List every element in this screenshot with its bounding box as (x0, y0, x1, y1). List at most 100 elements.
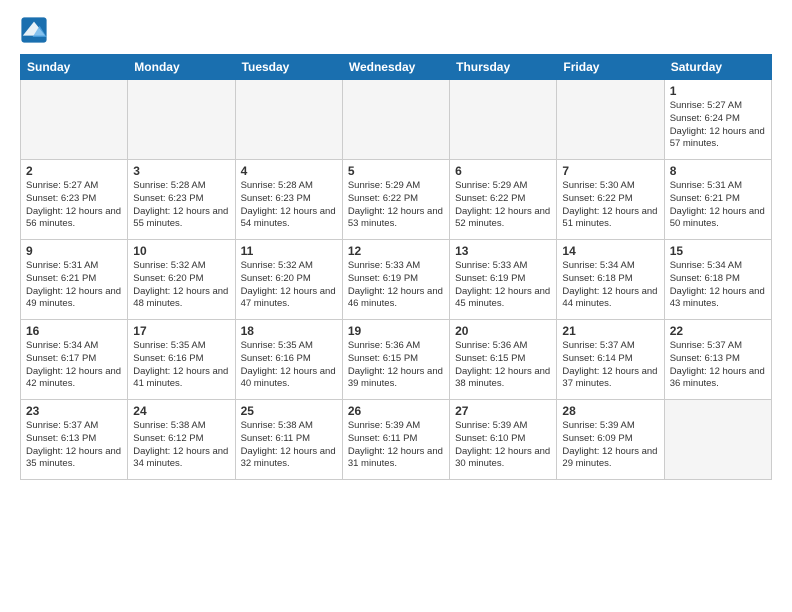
day-cell: 14 Sunrise: 5:34 AMSunset: 6:18 PMDayligh… (557, 240, 664, 320)
col-header-friday: Friday (557, 55, 664, 80)
day-info: Sunrise: 5:32 AMSunset: 6:20 PMDaylight:… (241, 260, 337, 311)
day-info: Sunrise: 5:30 AMSunset: 6:22 PMDaylight:… (562, 180, 658, 231)
day-info: Sunrise: 5:36 AMSunset: 6:15 PMDaylight:… (455, 340, 551, 391)
day-cell: 18 Sunrise: 5:35 AMSunset: 6:16 PMDayligh… (235, 320, 342, 400)
day-info: Sunrise: 5:31 AMSunset: 6:21 PMDaylight:… (670, 180, 766, 231)
day-cell: 2 Sunrise: 5:27 AMSunset: 6:23 PMDaylight… (21, 160, 128, 240)
day-number: 9 (26, 244, 122, 258)
day-info: Sunrise: 5:33 AMSunset: 6:19 PMDaylight:… (455, 260, 551, 311)
calendar-header-row: SundayMondayTuesdayWednesdayThursdayFrid… (21, 55, 772, 80)
day-number: 21 (562, 324, 658, 338)
day-number: 19 (348, 324, 444, 338)
day-cell: 21 Sunrise: 5:37 AMSunset: 6:14 PMDayligh… (557, 320, 664, 400)
day-cell: 20 Sunrise: 5:36 AMSunset: 6:15 PMDayligh… (450, 320, 557, 400)
day-number: 7 (562, 164, 658, 178)
day-number: 5 (348, 164, 444, 178)
day-info: Sunrise: 5:37 AMSunset: 6:13 PMDaylight:… (26, 420, 122, 471)
day-info: Sunrise: 5:39 AMSunset: 6:11 PMDaylight:… (348, 420, 444, 471)
day-info: Sunrise: 5:37 AMSunset: 6:14 PMDaylight:… (562, 340, 658, 391)
day-number: 11 (241, 244, 337, 258)
day-cell: 4 Sunrise: 5:28 AMSunset: 6:23 PMDaylight… (235, 160, 342, 240)
day-number: 25 (241, 404, 337, 418)
day-number: 23 (26, 404, 122, 418)
day-cell: 28Sunrise: 5:39 AMSunset: 6:09 PMDayligh… (557, 400, 664, 480)
day-number: 6 (455, 164, 551, 178)
day-cell: 12 Sunrise: 5:33 AMSunset: 6:19 PMDayligh… (342, 240, 449, 320)
day-cell (235, 80, 342, 160)
day-cell: 13 Sunrise: 5:33 AMSunset: 6:19 PMDayligh… (450, 240, 557, 320)
day-info: Sunrise: 5:34 AMSunset: 6:18 PMDaylight:… (670, 260, 766, 311)
day-info: Sunrise: 5:39 AMSunset: 6:09 PMDaylight:… (562, 420, 658, 471)
day-cell: 9Sunrise: 5:31 AMSunset: 6:21 PMDaylight… (21, 240, 128, 320)
day-cell: 26Sunrise: 5:39 AMSunset: 6:11 PMDayligh… (342, 400, 449, 480)
day-number: 4 (241, 164, 337, 178)
day-number: 14 (562, 244, 658, 258)
day-cell (21, 80, 128, 160)
header (20, 16, 772, 44)
day-number: 2 (26, 164, 122, 178)
day-info: Sunrise: 5:34 AMSunset: 6:17 PMDaylight:… (26, 340, 122, 391)
day-cell: 5 Sunrise: 5:29 AMSunset: 6:22 PMDaylight… (342, 160, 449, 240)
day-cell (128, 80, 235, 160)
day-number: 17 (133, 324, 229, 338)
day-cell: 3 Sunrise: 5:28 AMSunset: 6:23 PMDaylight… (128, 160, 235, 240)
day-info: Sunrise: 5:29 AMSunset: 6:22 PMDaylight:… (455, 180, 551, 231)
day-number: 24 (133, 404, 229, 418)
col-header-saturday: Saturday (664, 55, 771, 80)
day-cell: 10 Sunrise: 5:32 AMSunset: 6:20 PMDayligh… (128, 240, 235, 320)
day-info: Sunrise: 5:27 AMSunset: 6:24 PMDaylight:… (670, 100, 766, 151)
day-cell: 8 Sunrise: 5:31 AMSunset: 6:21 PMDaylight… (664, 160, 771, 240)
col-header-tuesday: Tuesday (235, 55, 342, 80)
day-cell: 19Sunrise: 5:36 AMSunset: 6:15 PMDayligh… (342, 320, 449, 400)
day-info: Sunrise: 5:34 AMSunset: 6:18 PMDaylight:… (562, 260, 658, 311)
day-number: 1 (670, 84, 766, 98)
day-info: Sunrise: 5:28 AMSunset: 6:23 PMDaylight:… (133, 180, 229, 231)
day-number: 8 (670, 164, 766, 178)
day-number: 12 (348, 244, 444, 258)
day-info: Sunrise: 5:37 AMSunset: 6:13 PMDaylight:… (670, 340, 766, 391)
day-cell: 16 Sunrise: 5:34 AMSunset: 6:17 PMDayligh… (21, 320, 128, 400)
day-cell: 25 Sunrise: 5:38 AMSunset: 6:11 PMDayligh… (235, 400, 342, 480)
day-info: Sunrise: 5:35 AMSunset: 6:16 PMDaylight:… (241, 340, 337, 391)
week-row-4: 16 Sunrise: 5:34 AMSunset: 6:17 PMDayligh… (21, 320, 772, 400)
day-info: Sunrise: 5:38 AMSunset: 6:12 PMDaylight:… (133, 420, 229, 471)
col-header-wednesday: Wednesday (342, 55, 449, 80)
day-number: 10 (133, 244, 229, 258)
day-number: 18 (241, 324, 337, 338)
day-number: 16 (26, 324, 122, 338)
day-info: Sunrise: 5:33 AMSunset: 6:19 PMDaylight:… (348, 260, 444, 311)
day-cell (450, 80, 557, 160)
logo (20, 16, 52, 44)
week-row-1: 1 Sunrise: 5:27 AMSunset: 6:24 PMDaylight… (21, 80, 772, 160)
day-info: Sunrise: 5:27 AMSunset: 6:23 PMDaylight:… (26, 180, 122, 231)
day-cell (342, 80, 449, 160)
day-cell (557, 80, 664, 160)
day-info: Sunrise: 5:29 AMSunset: 6:22 PMDaylight:… (348, 180, 444, 231)
day-info: Sunrise: 5:39 AMSunset: 6:10 PMDaylight:… (455, 420, 551, 471)
day-number: 13 (455, 244, 551, 258)
day-number: 3 (133, 164, 229, 178)
day-cell: 6 Sunrise: 5:29 AMSunset: 6:22 PMDaylight… (450, 160, 557, 240)
day-cell: 22 Sunrise: 5:37 AMSunset: 6:13 PMDayligh… (664, 320, 771, 400)
day-number: 20 (455, 324, 551, 338)
day-info: Sunrise: 5:28 AMSunset: 6:23 PMDaylight:… (241, 180, 337, 231)
day-cell: 7 Sunrise: 5:30 AMSunset: 6:22 PMDaylight… (557, 160, 664, 240)
day-cell (664, 400, 771, 480)
week-row-5: 23 Sunrise: 5:37 AMSunset: 6:13 PMDayligh… (21, 400, 772, 480)
day-cell: 27Sunrise: 5:39 AMSunset: 6:10 PMDayligh… (450, 400, 557, 480)
day-cell: 24 Sunrise: 5:38 AMSunset: 6:12 PMDayligh… (128, 400, 235, 480)
week-row-2: 2 Sunrise: 5:27 AMSunset: 6:23 PMDaylight… (21, 160, 772, 240)
calendar-table: SundayMondayTuesdayWednesdayThursdayFrid… (20, 54, 772, 480)
day-cell: 17 Sunrise: 5:35 AMSunset: 6:16 PMDayligh… (128, 320, 235, 400)
col-header-sunday: Sunday (21, 55, 128, 80)
col-header-thursday: Thursday (450, 55, 557, 80)
day-number: 22 (670, 324, 766, 338)
page: SundayMondayTuesdayWednesdayThursdayFrid… (0, 0, 792, 496)
day-cell: 11 Sunrise: 5:32 AMSunset: 6:20 PMDayligh… (235, 240, 342, 320)
day-info: Sunrise: 5:32 AMSunset: 6:20 PMDaylight:… (133, 260, 229, 311)
day-info: Sunrise: 5:38 AMSunset: 6:11 PMDaylight:… (241, 420, 337, 471)
day-cell: 1 Sunrise: 5:27 AMSunset: 6:24 PMDaylight… (664, 80, 771, 160)
day-cell: 15Sunrise: 5:34 AMSunset: 6:18 PMDayligh… (664, 240, 771, 320)
day-cell: 23 Sunrise: 5:37 AMSunset: 6:13 PMDayligh… (21, 400, 128, 480)
day-info: Sunrise: 5:35 AMSunset: 6:16 PMDaylight:… (133, 340, 229, 391)
